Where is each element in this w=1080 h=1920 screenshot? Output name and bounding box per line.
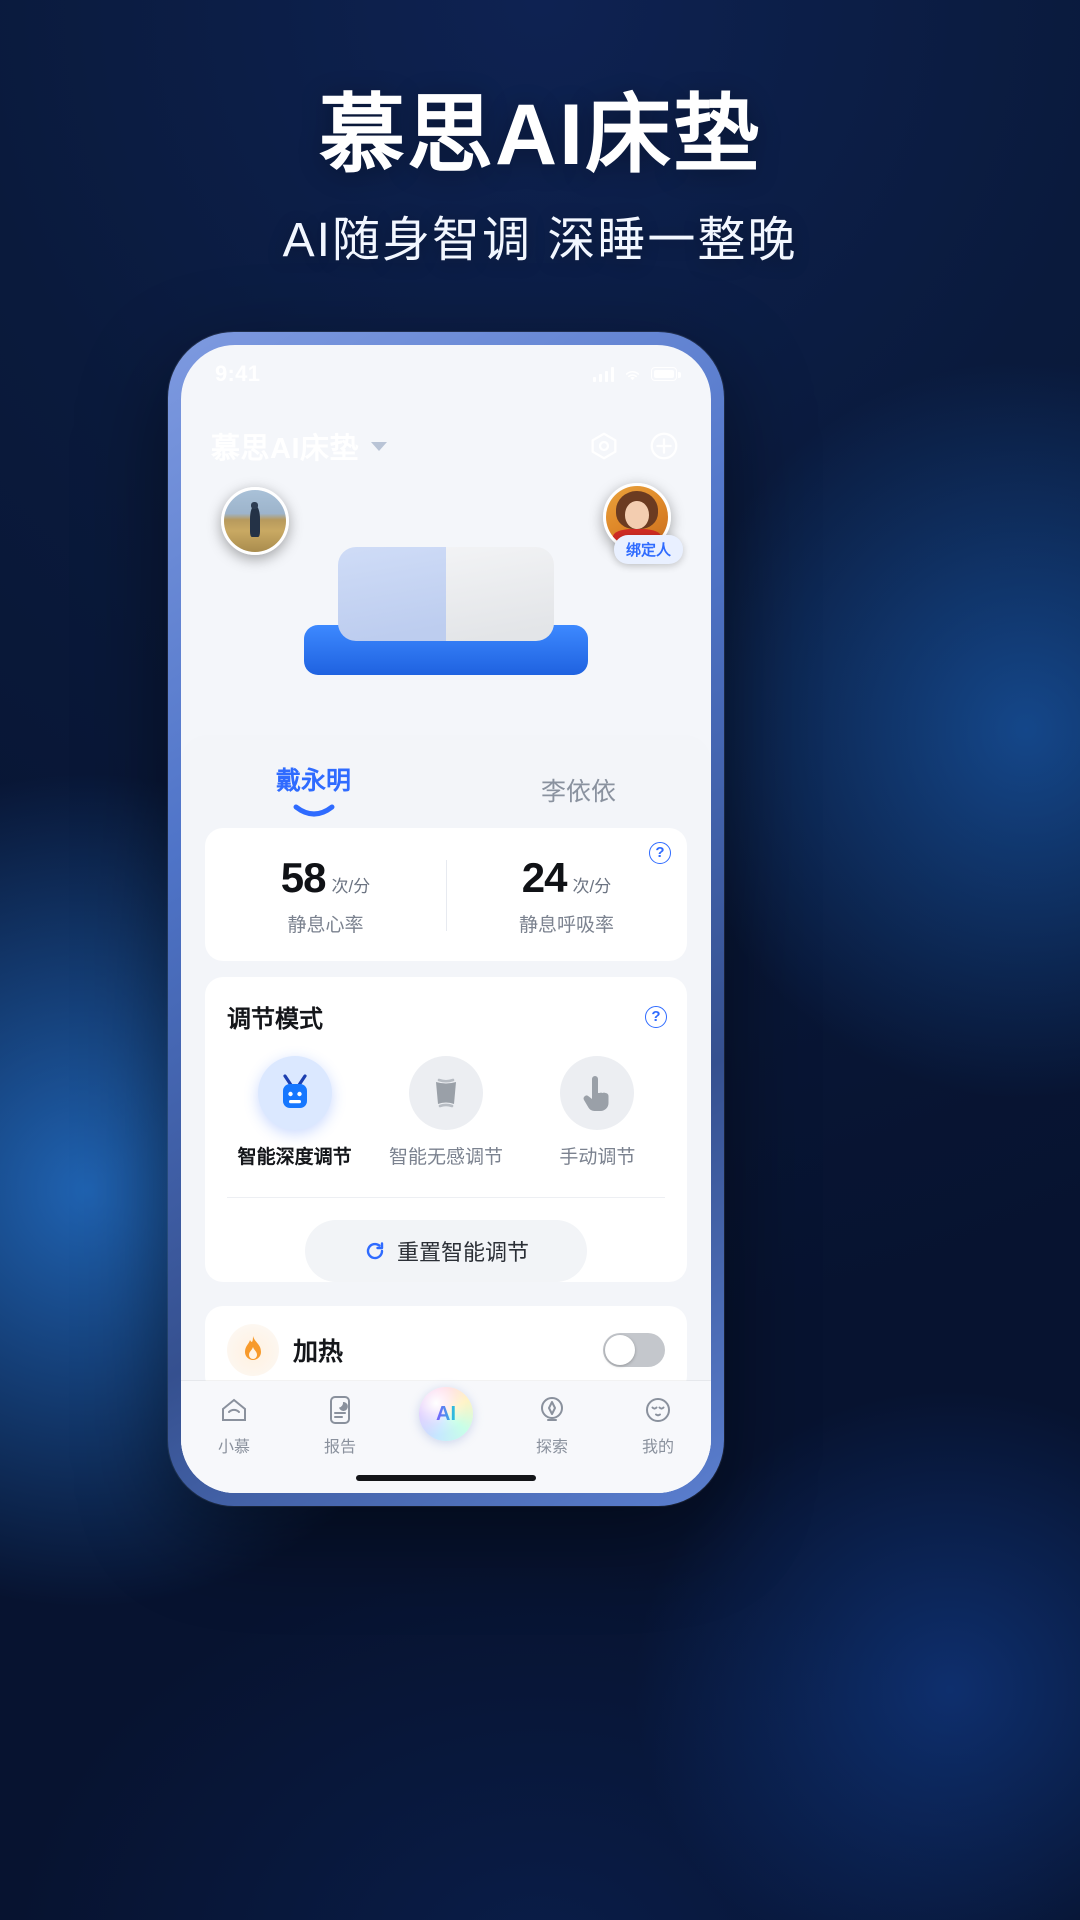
nav-label: 小慕 bbox=[217, 1439, 250, 1456]
nav-item-ai[interactable]: AI bbox=[393, 1387, 499, 1441]
ai-orb-icon: AI bbox=[419, 1387, 473, 1441]
mattress-icon bbox=[408, 1056, 483, 1130]
nav-label: 报告 bbox=[323, 1439, 356, 1456]
user-tab-1[interactable]: 李依依 bbox=[446, 772, 711, 808]
phone-screen: 9:41 慕思AI床垫 绑定人 戴永明 李依依 ? 58 次/分 静息心率 24… bbox=[181, 345, 711, 1493]
nav-item-report[interactable]: 报告 bbox=[287, 1393, 393, 1457]
app-title: 慕思AI床垫 bbox=[211, 433, 360, 465]
ai-orb-label: AI bbox=[436, 1402, 456, 1425]
adjust-mode-header: 调节模式 ? bbox=[205, 977, 687, 1038]
battery-icon bbox=[651, 367, 681, 381]
user-tabs: 戴永明 李依依 bbox=[181, 735, 711, 828]
reset-smart-adjust-button[interactable]: 重置智能调节 bbox=[305, 1220, 587, 1282]
vitals-row: 58 次/分 静息心率 24 次/分 静息呼吸率 bbox=[205, 828, 687, 961]
promo-subtitle: AI随身智调 深睡一整晚 bbox=[282, 214, 798, 267]
vital-respiration-rate[interactable]: 24 次/分 静息呼吸率 bbox=[446, 854, 687, 937]
status-bar: 9:41 bbox=[181, 345, 711, 403]
app-header: 慕思AI床垫 bbox=[181, 417, 711, 475]
nav-item-home[interactable]: 小慕 bbox=[181, 1393, 287, 1457]
robot-icon bbox=[257, 1056, 332, 1130]
mode-label: 智能无感调节 bbox=[388, 1147, 503, 1168]
user-avatar-left[interactable] bbox=[221, 487, 289, 555]
refresh-icon bbox=[366, 1242, 384, 1260]
mode-options: 智能深度调节 智能无感调节 手动调节 bbox=[205, 1038, 687, 1175]
user-tab-label: 戴永明 bbox=[275, 767, 351, 795]
vital-value: 58 bbox=[280, 854, 327, 901]
device-selector[interactable]: 慕思AI床垫 bbox=[211, 425, 388, 467]
nav-label: 探索 bbox=[535, 1439, 568, 1456]
adjust-mode-card: 调节模式 ? 智能深度调节 智能无感调节 手动调节 重置智能调节 bbox=[205, 977, 687, 1282]
help-circle-icon[interactable]: ? bbox=[645, 1005, 667, 1028]
active-tab-indicator bbox=[293, 804, 334, 817]
device-hexagon-icon[interactable] bbox=[587, 429, 621, 463]
bed-visual-area: 绑定人 bbox=[181, 473, 711, 735]
header-actions bbox=[587, 429, 681, 463]
vital-label: 静息呼吸率 bbox=[518, 915, 614, 936]
promo-title: 慕思AI床垫 bbox=[319, 87, 761, 183]
nav-label: 我的 bbox=[641, 1439, 674, 1456]
vital-label: 静息心率 bbox=[287, 915, 364, 936]
nav-item-profile[interactable]: 我的 bbox=[605, 1393, 711, 1457]
vital-heart-rate[interactable]: 58 次/分 静息心率 bbox=[205, 854, 446, 937]
mode-label: 智能深度调节 bbox=[237, 1147, 352, 1168]
card-divider bbox=[227, 1197, 665, 1198]
adjust-mode-title: 调节模式 bbox=[227, 1006, 323, 1033]
mode-label: 手动调节 bbox=[559, 1147, 636, 1168]
mattress-illustration bbox=[304, 547, 588, 675]
bind-badge: 绑定人 bbox=[613, 535, 683, 564]
chevron-down-icon bbox=[371, 441, 388, 451]
hand-pointer-icon bbox=[560, 1056, 635, 1130]
user-tab-0[interactable]: 戴永明 bbox=[181, 761, 446, 818]
report-icon bbox=[287, 1393, 393, 1427]
mode-option-deep[interactable]: 智能深度调节 bbox=[219, 1056, 370, 1169]
mode-option-silent[interactable]: 智能无感调节 bbox=[370, 1056, 521, 1169]
home-icon bbox=[181, 1393, 287, 1427]
home-indicator bbox=[356, 1475, 536, 1481]
signal-bars-icon bbox=[592, 366, 614, 382]
vital-unit: 次/分 bbox=[331, 877, 371, 896]
status-time: 9:41 bbox=[215, 361, 261, 386]
reset-label: 重置智能调节 bbox=[396, 1240, 529, 1265]
vitals-card: ? 58 次/分 静息心率 24 次/分 静息呼吸率 bbox=[205, 828, 687, 961]
heating-label: 加热 bbox=[293, 1338, 344, 1366]
status-icons bbox=[592, 366, 681, 382]
plus-circle-icon[interactable] bbox=[647, 429, 681, 463]
phone-mockup: 9:41 慕思AI床垫 绑定人 戴永明 李依依 ? 58 次/分 静息心率 24… bbox=[168, 332, 724, 1506]
compass-icon bbox=[499, 1393, 605, 1427]
profile-face-icon bbox=[605, 1393, 711, 1427]
vital-unit: 次/分 bbox=[572, 877, 612, 896]
wifi-icon bbox=[625, 370, 640, 380]
heating-toggle[interactable] bbox=[603, 1333, 665, 1367]
mode-option-manual[interactable]: 手动调节 bbox=[522, 1056, 673, 1169]
content-sheet: 戴永明 李依依 ? 58 次/分 静息心率 24 次/分 静息呼吸率 调节模式 … bbox=[181, 735, 711, 1493]
flame-icon bbox=[227, 1324, 279, 1376]
user-tab-label: 李依依 bbox=[540, 777, 616, 806]
vital-value: 24 bbox=[521, 854, 568, 901]
nav-item-explore[interactable]: 探索 bbox=[499, 1393, 605, 1457]
